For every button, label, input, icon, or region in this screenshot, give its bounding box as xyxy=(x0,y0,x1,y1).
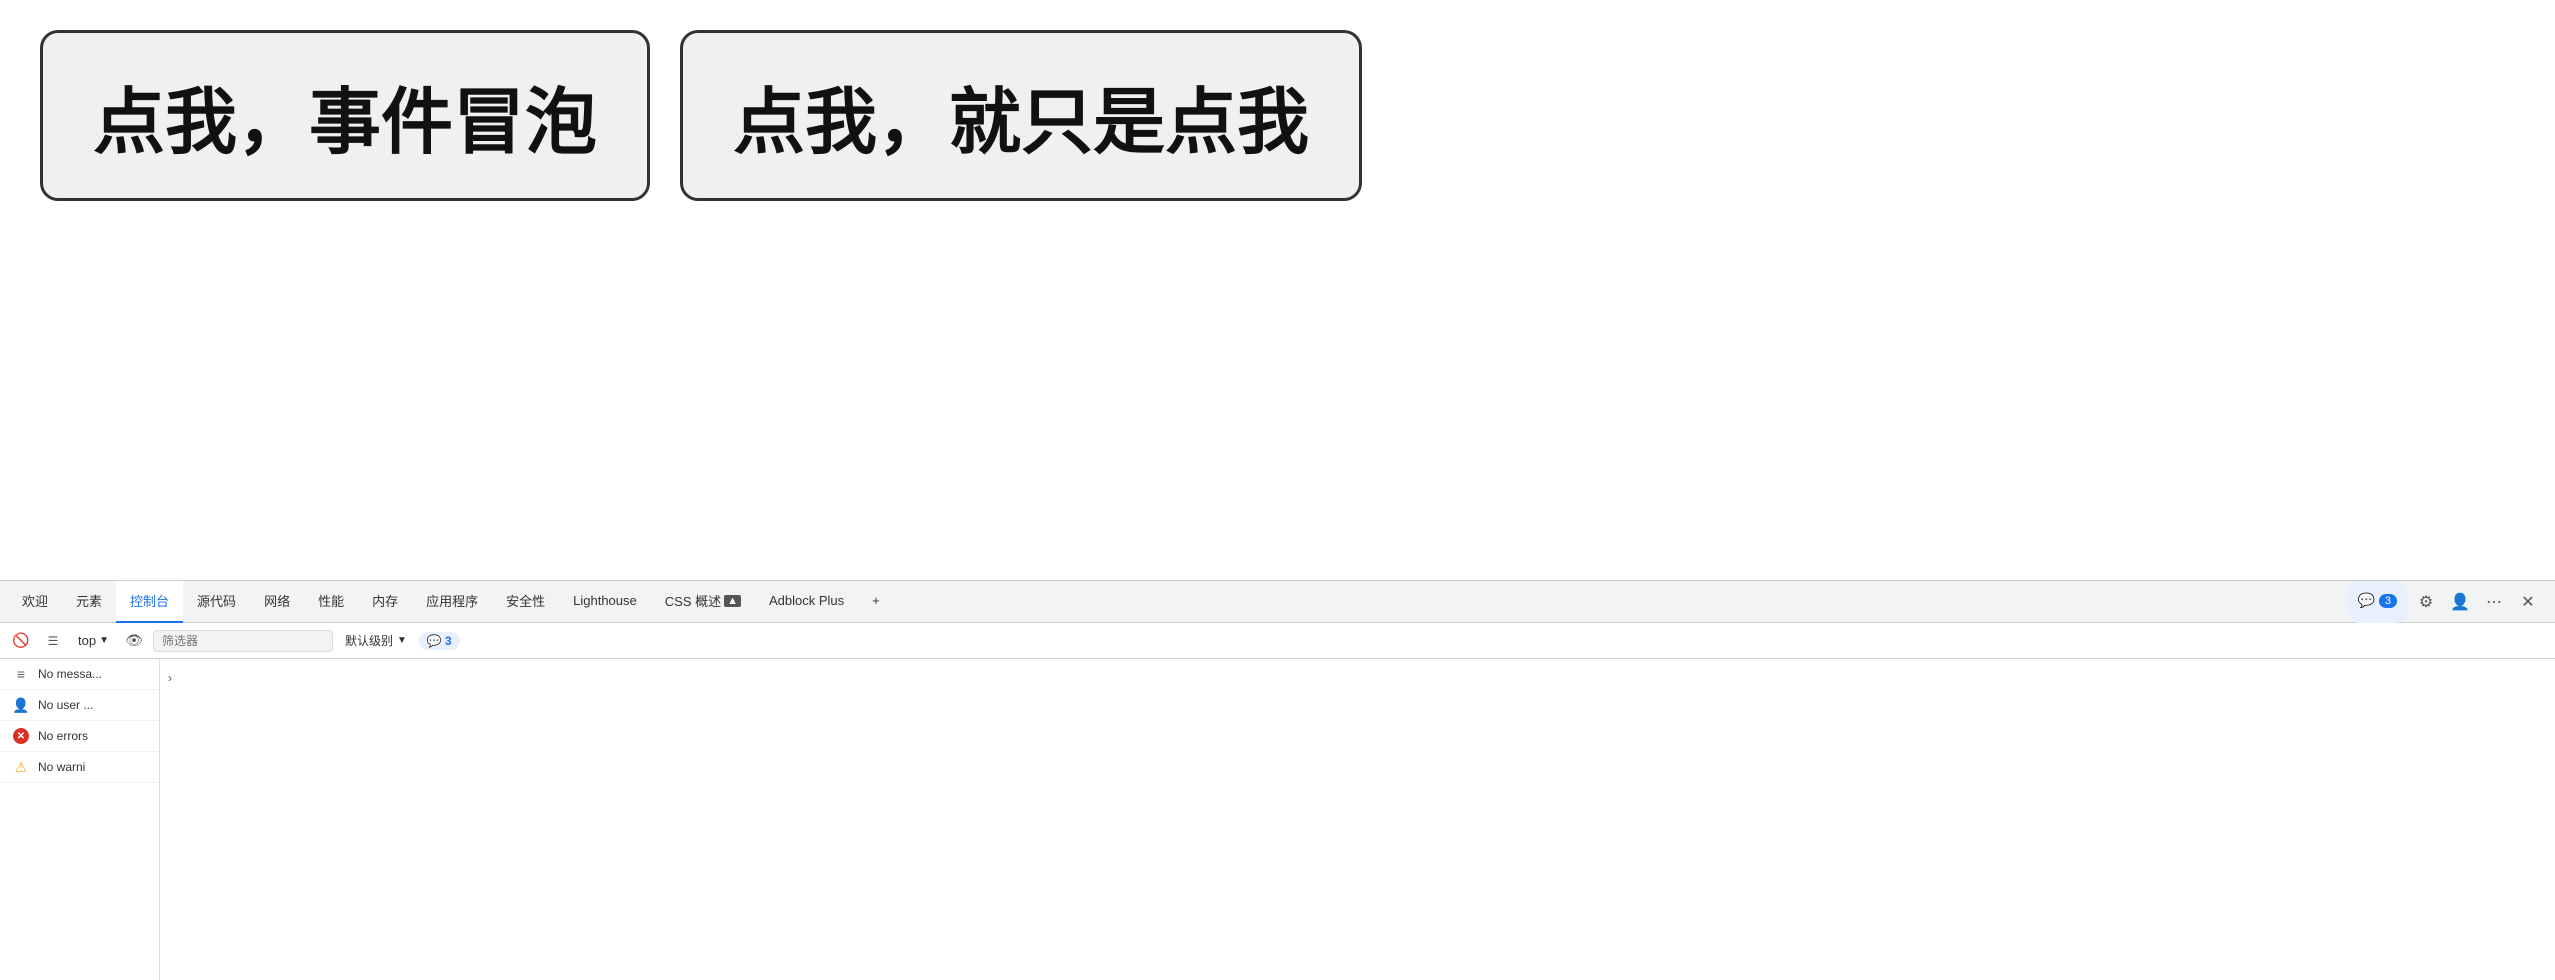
tab-security[interactable]: 安全性 xyxy=(492,581,559,623)
chat-icon-small: 💬 xyxy=(427,634,442,648)
context-selector[interactable]: top ▼ xyxy=(72,631,115,650)
devtools-tab-bar: 欢迎 元素 控制台 源代码 网络 性能 内存 应用程序 安全性 Lighthou… xyxy=(0,581,2555,623)
settings-button[interactable]: ⚙ xyxy=(2411,587,2441,617)
toggle-sidebar-button[interactable]: ☰ xyxy=(40,628,66,654)
message-count-button[interactable]: 💬 3 xyxy=(419,632,460,650)
click-only-button[interactable]: 点我，就只是点我 xyxy=(680,30,1362,201)
user-icon: 👤 xyxy=(12,696,30,714)
close-devtools-button[interactable]: ✕ xyxy=(2513,587,2543,617)
more-icon: ⋯ xyxy=(2486,592,2502,612)
tab-adblock[interactable]: Adblock Plus xyxy=(755,581,858,623)
error-icon: ✕ xyxy=(12,727,30,745)
css-profile-icon: ▲ xyxy=(724,595,741,607)
console-content: ≡ No messa... 👤 No user ... ✕ No errors xyxy=(0,659,2555,980)
sidebar-item-user-messages[interactable]: 👤 No user ... xyxy=(0,690,159,721)
tab-welcome[interactable]: 欢迎 xyxy=(8,581,62,623)
profile-button[interactable]: 👤 xyxy=(2445,587,2475,617)
tab-application[interactable]: 应用程序 xyxy=(412,581,492,623)
context-value: top xyxy=(78,633,96,648)
add-tab-button[interactable]: + xyxy=(858,581,894,623)
tab-performance[interactable]: 性能 xyxy=(304,581,358,623)
tab-elements[interactable]: 元素 xyxy=(62,581,116,623)
tab-network[interactable]: 网络 xyxy=(250,581,304,623)
message-badge-tab[interactable]: 💬 3 xyxy=(2347,581,2407,623)
tab-console[interactable]: 控制台 xyxy=(116,581,183,623)
gear-icon: ⚙ xyxy=(2419,592,2433,612)
chevron-down-icon: ▼ xyxy=(99,635,109,646)
message-count-label: 3 xyxy=(445,634,452,648)
message-count-badge: 3 xyxy=(2379,594,2397,608)
close-icon: ✕ xyxy=(2521,592,2534,612)
console-toolbar: 🚫 ☰ top ▼ 👁 默认级别 ▼ 💬 3 xyxy=(0,623,2555,659)
warnings-label: No warni xyxy=(38,760,85,774)
console-messages-area xyxy=(160,659,2555,980)
all-messages-label: No messa... xyxy=(38,667,102,681)
eye-button[interactable]: 👁 xyxy=(121,628,147,654)
tab-sources[interactable]: 源代码 xyxy=(183,581,250,623)
clear-console-button[interactable]: 🚫 xyxy=(8,628,34,654)
chat-icon: 💬 xyxy=(2357,592,2374,609)
list-icon: ≡ xyxy=(12,665,30,683)
sidebar-item-all-messages[interactable]: ≡ No messa... xyxy=(0,659,159,690)
level-label: 默认级别 xyxy=(345,632,393,649)
eye-icon: 👁 xyxy=(125,632,143,649)
devtools-right-icons: 💬 3 ⚙ 👤 ⋯ ✕ xyxy=(2347,581,2547,623)
profile-icon: 👤 xyxy=(2450,592,2470,612)
sidebar-icon: ☰ xyxy=(48,634,59,648)
log-level-selector[interactable]: 默认级别 ▼ xyxy=(339,630,413,651)
tab-memory[interactable]: 内存 xyxy=(358,581,412,623)
errors-label: No errors xyxy=(38,729,88,743)
console-sidebar: ≡ No messa... 👤 No user ... ✕ No errors xyxy=(0,659,160,980)
filter-input[interactable] xyxy=(153,630,333,652)
user-messages-label: No user ... xyxy=(38,698,93,712)
sidebar-item-errors[interactable]: ✕ No errors xyxy=(0,721,159,752)
more-button[interactable]: ⋯ xyxy=(2479,587,2509,617)
page-content: 点我，事件冒泡 点我，就只是点我 xyxy=(0,0,2555,580)
tab-lighthouse[interactable]: Lighthouse xyxy=(559,581,651,623)
tab-css-overview[interactable]: CSS 概述 ▲ xyxy=(651,581,755,623)
bubble-button[interactable]: 点我，事件冒泡 xyxy=(40,30,650,201)
warning-icon: ⚠ xyxy=(12,758,30,776)
clear-icon: 🚫 xyxy=(12,632,29,649)
sidebar-item-warnings[interactable]: ⚠ No warni xyxy=(0,752,159,783)
devtools-panel: 欢迎 元素 控制台 源代码 网络 性能 内存 应用程序 安全性 Lighthou… xyxy=(0,580,2555,980)
level-chevron-icon: ▼ xyxy=(397,635,407,646)
